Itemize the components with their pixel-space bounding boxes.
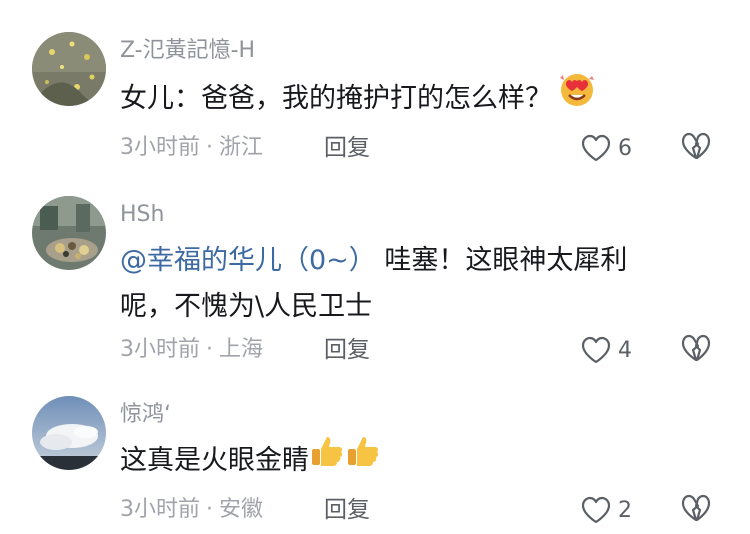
heart-icon — [581, 496, 611, 524]
comment-time: 3小时前 — [120, 497, 200, 522]
reply-button[interactable]: 回复 — [324, 336, 370, 364]
meta-separator: · — [206, 135, 213, 160]
comment-text-line: @幸福的华儿（0~） 哇塞！这眼神太犀利 — [120, 238, 720, 284]
like-count: 4 — [618, 337, 632, 363]
comment-location: 浙江 — [219, 135, 264, 160]
comment-location: 上海 — [219, 337, 264, 362]
broken-heart-icon — [681, 334, 711, 362]
comment-username[interactable]: Z-氾黃記憶-H — [120, 38, 255, 64]
comment-text: 这真是火眼金睛 — [120, 437, 720, 484]
broken-heart-icon — [681, 132, 711, 160]
thumbs-up-emoji — [309, 433, 345, 484]
like-count: 2 — [618, 497, 632, 523]
comment-text: @幸福的华儿（0~） 哇塞！这眼神太犀利 呢，不愧为\人民卫士 — [120, 238, 720, 330]
heart-eyes-emoji — [558, 70, 596, 123]
meta-separator: · — [206, 337, 213, 362]
reply-button[interactable]: 回复 — [324, 134, 370, 162]
like-button[interactable]: 2 — [580, 493, 632, 527]
comment-location: 安徽 — [219, 497, 264, 522]
comment-item: HSh @幸福的华儿（0~） 哇塞！这眼神太犀利 呢，不愧为\人民卫士 3小时前… — [0, 180, 750, 380]
user-avatar[interactable] — [32, 196, 106, 270]
user-avatar[interactable] — [32, 32, 106, 106]
comment-time: 3小时前 — [120, 135, 200, 160]
comment-meta: 3小时前 · 安徽 — [120, 496, 263, 524]
thumbs-up-emoji — [345, 433, 381, 484]
comment-meta: 3小时前 · 浙江 — [120, 134, 263, 162]
comment-time: 3小时前 — [120, 337, 200, 362]
meta-separator: · — [206, 497, 213, 522]
comment-text-content: 哇塞！这眼神太犀利 — [375, 245, 628, 276]
heart-icon — [581, 134, 611, 162]
mention-link[interactable]: @幸福的华儿（0~） — [120, 245, 376, 276]
like-button[interactable]: 6 — [580, 131, 632, 165]
dislike-button[interactable] — [680, 493, 712, 525]
reply-button[interactable]: 回复 — [324, 496, 370, 524]
user-avatar[interactable] — [32, 396, 106, 470]
comment-text-content: 这真是火眼金睛 — [120, 445, 309, 476]
comment-text-content: 女儿：爸爸，我的掩护打的怎么样？ — [120, 83, 552, 114]
broken-heart-icon — [681, 494, 711, 522]
dislike-button[interactable] — [680, 131, 712, 163]
like-button[interactable]: 4 — [580, 333, 632, 367]
comment-text-line: 呢，不愧为\人民卫士 — [120, 291, 373, 322]
like-count: 6 — [618, 135, 632, 161]
comment-username[interactable]: HSh — [120, 202, 164, 228]
comment-item: 惊鸿‘ 这真是火眼金睛 3小时前 · 安徽 回复 2 — [0, 380, 750, 534]
comment-meta: 3小时前 · 上海 — [120, 336, 263, 364]
heart-icon — [581, 336, 611, 364]
comment-item: Z-氾黃記憶-H 女儿：爸爸，我的掩护打的怎么样？ 3小时前 · 浙江 回复 6 — [0, 0, 750, 180]
dislike-button[interactable] — [680, 333, 712, 365]
comment-username[interactable]: 惊鸿‘ — [120, 402, 171, 428]
comment-text: 女儿：爸爸，我的掩护打的怎么样？ — [120, 74, 720, 123]
